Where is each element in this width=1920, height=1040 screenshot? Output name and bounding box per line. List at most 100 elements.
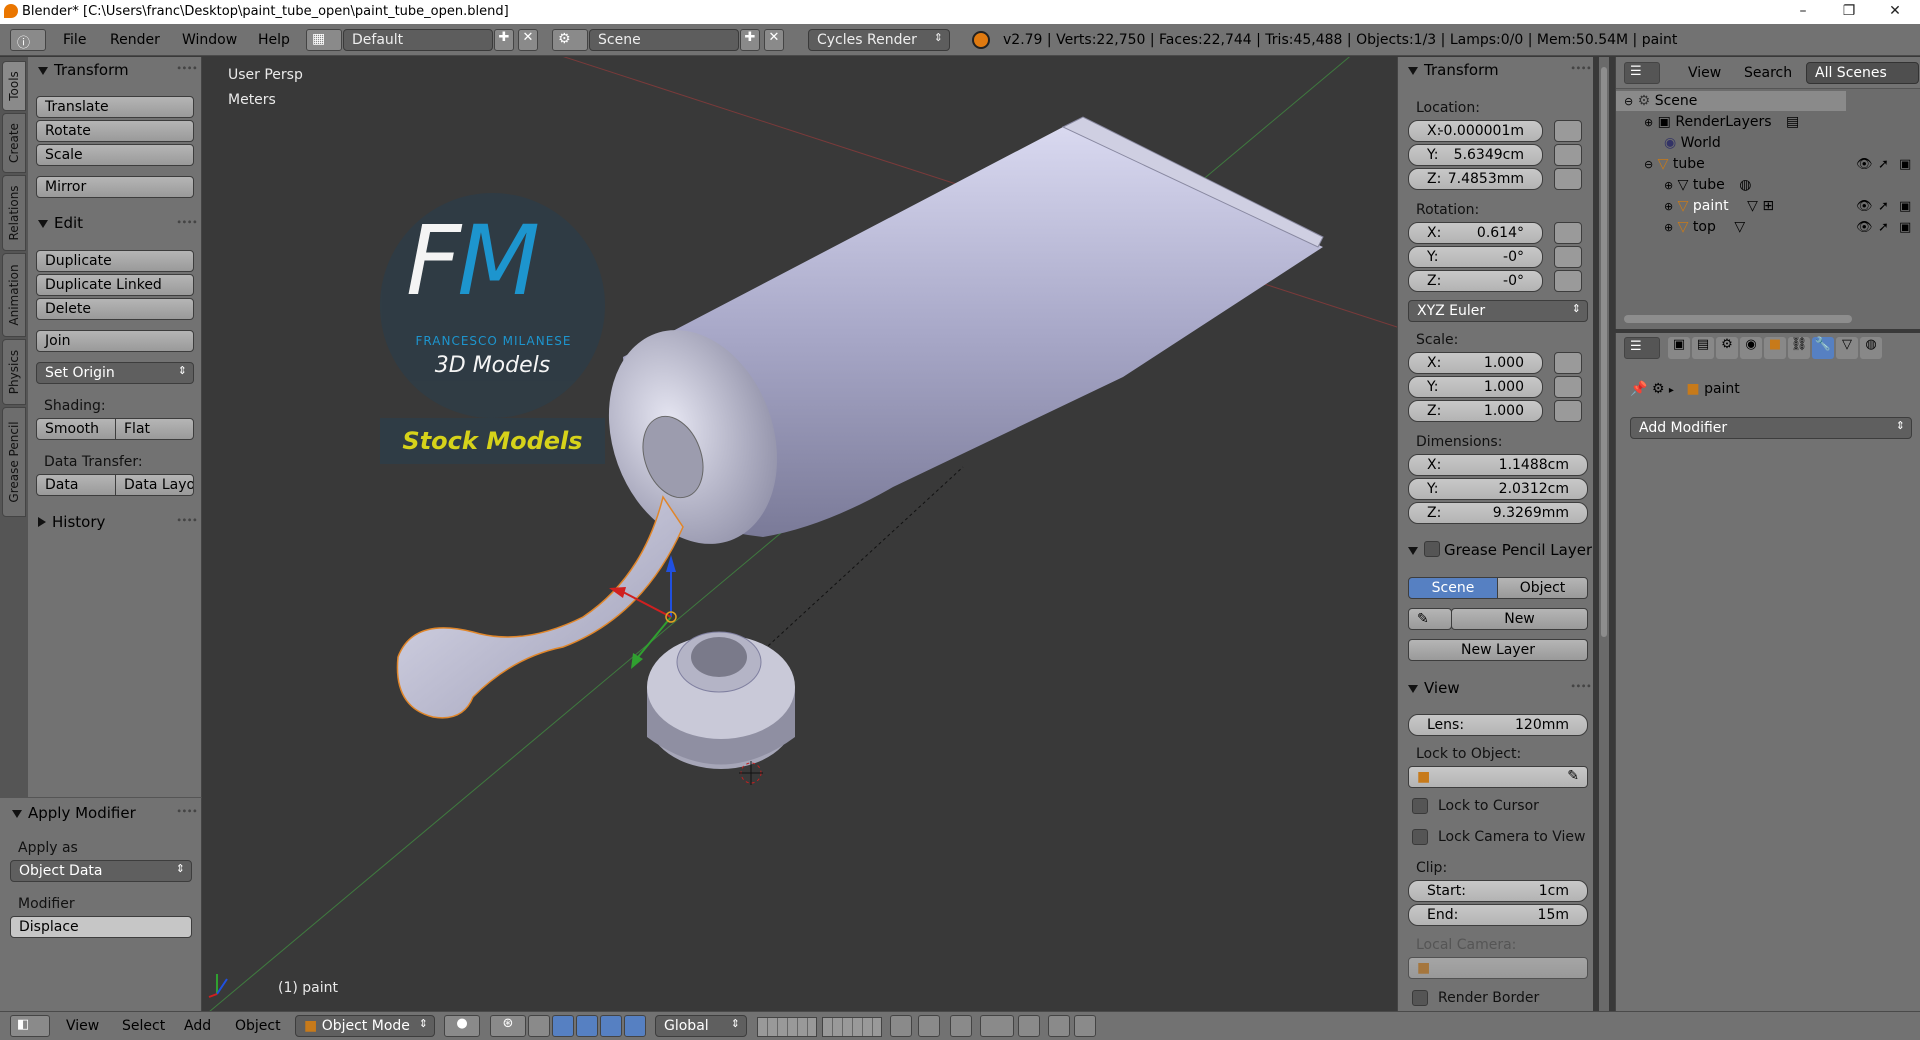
scene-dropdown[interactable]: Scene [589, 29, 739, 51]
rotate-button[interactable]: Rotate [36, 120, 194, 142]
rotation-mode-dropdown[interactable]: XYZ Euler ⇕ [1408, 300, 1588, 322]
remove-layout-button[interactable]: ✕ [518, 29, 538, 51]
grease-source-scene-button[interactable]: Scene [1408, 577, 1498, 599]
clip-start-field[interactable]: Start: 1cm [1408, 880, 1588, 902]
outliner-row-scene[interactable]: ⊖ ⚙ Scene [1624, 93, 1697, 109]
lock-rotation-z-icon[interactable] [1554, 270, 1582, 292]
menu-help[interactable]: Help [258, 32, 290, 48]
rotation-z-field[interactable]: Z: -0° [1408, 270, 1543, 292]
material-tab-icon[interactable]: ◍ [1860, 337, 1882, 359]
set-origin-dropdown[interactable]: Set Origin ⇕ [36, 362, 194, 384]
tab-tools[interactable]: Tools [2, 61, 26, 111]
eyedropper-icon[interactable]: ✎ [1567, 768, 1579, 784]
transform-panel-header[interactable]: Transform [38, 61, 129, 79]
translate-manipulator-icon[interactable] [552, 1015, 574, 1037]
lock-rotation-y-icon[interactable] [1554, 246, 1582, 268]
remove-scene-button[interactable]: ✕ [764, 29, 784, 51]
duplicate-linked-button[interactable]: Duplicate Linked [36, 274, 194, 296]
menu-select[interactable]: Select [122, 1018, 165, 1034]
outliner-editor-type-button[interactable]: ☰ [1624, 62, 1660, 84]
history-panel-header[interactable]: History [38, 513, 105, 531]
top-render-camera-icon[interactable]: ▣ [1899, 220, 1911, 235]
drag-grip-icon[interactable]: ∙∙∙∙ [176, 63, 198, 74]
location-x-field[interactable]: X: -0.000001m [1408, 120, 1543, 142]
drag-grip-icon[interactable]: ∙∙∙∙ [1570, 63, 1592, 74]
scene-icon-button[interactable]: ⚙ [552, 29, 588, 51]
paint-object[interactable] [396, 495, 684, 719]
opengl-animation-icon[interactable] [1074, 1015, 1096, 1037]
object-tab-icon[interactable]: ■ [1764, 337, 1786, 359]
modifier-field[interactable]: Displace [10, 916, 192, 938]
world-tab-icon[interactable]: ◉ [1740, 337, 1762, 359]
menu-file[interactable]: File [63, 32, 86, 48]
render-layers-tab-icon[interactable]: ▤ [1692, 337, 1714, 359]
modifiers-tab-icon[interactable]: 🔧 [1812, 337, 1834, 359]
pin-icon[interactable]: 📌 [1630, 381, 1647, 397]
data-layout-button[interactable]: Data Layo [115, 474, 194, 496]
transform-sidebar-header[interactable]: Transform [1408, 61, 1499, 79]
outliner-display-mode-dropdown[interactable]: All Scenes [1806, 62, 1919, 84]
grease-pencil-enable-checkbox[interactable] [1424, 541, 1440, 557]
location-z-field[interactable]: Z: 7.4853mm [1408, 168, 1543, 190]
manipulator-toggle-icon[interactable] [528, 1015, 550, 1037]
proportional-edit-icon[interactable] [918, 1015, 940, 1037]
grease-pencil-layer-header[interactable]: Grease Pencil Layer [1408, 541, 1592, 559]
menu-add[interactable]: Add [184, 1018, 211, 1034]
lock-scale-y-icon[interactable] [1554, 376, 1582, 398]
tab-create[interactable]: Create [2, 113, 26, 173]
paint-select-arrow-icon[interactable]: ➚ [1878, 199, 1889, 214]
scene-tab-icon[interactable]: ⚙ [1716, 337, 1738, 359]
outliner-horizontal-scrollbar[interactable] [1624, 315, 1852, 323]
constraints-tab-icon[interactable]: ⛓ [1788, 337, 1810, 359]
apply-as-dropdown[interactable]: Object Data ⇕ [10, 860, 192, 882]
menu-render[interactable]: Render [110, 32, 160, 48]
viewport-shading-button[interactable]: ● [444, 1015, 480, 1037]
outliner-search-menu[interactable]: Search [1744, 65, 1792, 81]
new-layer-button[interactable]: New Layer [1408, 639, 1588, 661]
editor-type-3dview-button[interactable]: ◧ [10, 1015, 50, 1037]
y-arrow-icon[interactable] [631, 653, 643, 669]
outliner-row-renderlayers[interactable]: ⊕ ▣ RenderLayers ▤ [1644, 114, 1799, 130]
outliner-row-tube-child[interactable]: ⊕ ▽ tube ◍ [1664, 177, 1751, 193]
snap-target-icon[interactable] [1018, 1015, 1040, 1037]
lock-scale-z-icon[interactable] [1554, 400, 1582, 422]
layers-grid-2[interactable] [822, 1017, 882, 1037]
drag-grip-icon[interactable]: ∙∙∙∙ [176, 806, 198, 817]
menu-window[interactable]: Window [182, 32, 237, 48]
shade-flat-button[interactable]: Flat [115, 418, 194, 440]
render-border-checkbox[interactable] [1412, 990, 1428, 1006]
layers-grid-1[interactable] [757, 1017, 817, 1037]
menu-object[interactable]: Object [235, 1018, 281, 1034]
snap-element-icon[interactable] [980, 1015, 1014, 1037]
tab-relations[interactable]: Relations [2, 175, 26, 251]
shade-smooth-button[interactable]: Smooth [36, 418, 116, 440]
y-manipulator-axis[interactable] [637, 616, 672, 658]
dimension-z-field[interactable]: Z: 9.3269mm [1408, 502, 1588, 524]
lock-rotation-x-icon[interactable] [1554, 222, 1582, 244]
data-tab-icon[interactable]: ▽ [1836, 337, 1858, 359]
top-select-arrow-icon[interactable]: ➚ [1878, 220, 1889, 235]
scrollbar-thumb[interactable] [1601, 67, 1607, 637]
outliner-row-paint[interactable]: ⊕ ▽ paint ▽ ⊞ [1664, 198, 1774, 214]
drag-grip-icon[interactable]: ∙∙∙∙ [176, 515, 198, 526]
edit-panel-header[interactable]: Edit [38, 214, 83, 232]
outliner-row-tube-parent[interactable]: ⊖ ▽ tube [1644, 156, 1705, 172]
translate-button[interactable]: Translate [36, 96, 194, 118]
grease-pencil-new-button[interactable]: New [1451, 608, 1588, 630]
properties-editor-type-button[interactable]: ☰ [1624, 337, 1660, 359]
close-button[interactable]: ✕ [1872, 0, 1918, 24]
minimize-button[interactable]: – [1780, 0, 1826, 24]
outliner-row-world[interactable]: ◉ World [1664, 135, 1721, 151]
join-button[interactable]: Join [36, 330, 194, 352]
manipulator-space-icon[interactable] [624, 1015, 646, 1037]
pivot-point-button[interactable]: ⊛ [490, 1015, 526, 1037]
tab-physics[interactable]: Physics [2, 339, 26, 405]
lock-camera-checkbox[interactable] [1412, 829, 1428, 845]
grease-source-object-button[interactable]: Object [1497, 577, 1588, 599]
lock-scale-x-icon[interactable] [1554, 352, 1582, 374]
screen-layout-dropdown[interactable]: Default [343, 29, 493, 51]
paint-visibility-eye-icon[interactable]: 👁 [1856, 199, 1873, 214]
outliner-view-menu[interactable]: View [1688, 65, 1721, 81]
scale-manipulator-icon[interactable] [600, 1015, 622, 1037]
scale-y-field[interactable]: Y: 1.000 [1408, 376, 1543, 398]
